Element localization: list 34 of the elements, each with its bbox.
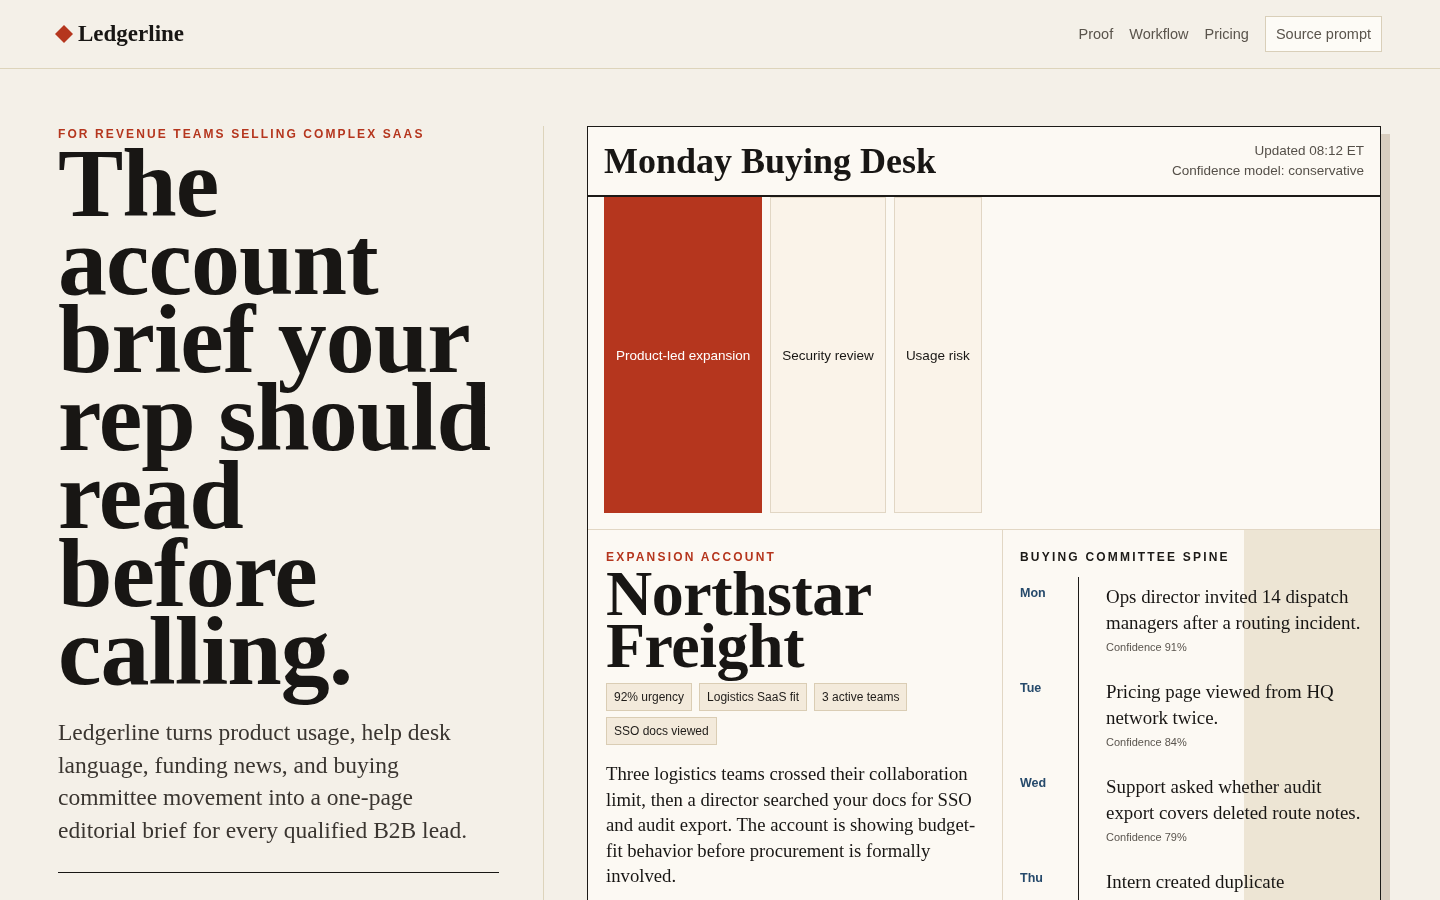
desk-meta: Confidence model: conservative — [1171, 162, 1364, 180]
nav-link[interactable]: Pricing — [1204, 26, 1249, 42]
event-text: Intern created duplicate — [1106, 870, 1285, 894]
confidence-text: Confidence 84% — [1106, 735, 1188, 749]
signal-tab[interactable]: Product-led expansion — [604, 197, 763, 513]
account-summary: Three logistics teams crossed their collaboration limit, then a director searched your docs for SSO and audit export. The account is showing budget-fit behavior before procurement is formally involved. — [606, 762, 977, 888]
day-label: Tue — [1020, 680, 1043, 697]
nav-link[interactable]: Workflow — [1129, 26, 1189, 42]
desk-title: Monday Buying Desk — [604, 140, 937, 182]
confidence-text: Confidence 79% — [1106, 830, 1188, 844]
diamond-icon — [55, 25, 73, 43]
confidence-text: Confidence 91% — [1106, 640, 1188, 654]
account-kicker: EXPANSION ACCOUNT — [606, 549, 778, 565]
brand-name[interactable]: Ledgerline — [78, 21, 185, 47]
hero-kicker: FOR REVENUE TEAMS SELLING COMPLEX SAAS — [58, 126, 426, 142]
day-label: Wed — [1020, 775, 1048, 792]
day-label: Thu — [1020, 870, 1044, 887]
signal-tab[interactable]: Security review — [770, 197, 886, 513]
account-name: Northstar Freight — [606, 568, 872, 683]
event-text: Pricing page viewed from HQ network twice. — [1106, 680, 1335, 730]
signal-tab[interactable]: Usage risk — [893, 197, 982, 513]
hero-headline: The account brief your rep should read before calling. — [58, 144, 492, 707]
nav-link[interactable]: Proof — [1078, 26, 1114, 42]
event-text: Support asked whether audit export covers deleted route notes. — [1106, 775, 1362, 825]
day-label: Mon — [1020, 585, 1047, 602]
tag: 3 active teams — [814, 683, 908, 711]
tag: SSO docs viewed — [606, 717, 717, 745]
nav-button[interactable]: Source prompt — [1264, 16, 1382, 52]
committee-heading: BUYING COMMITTEE SPINE — [1020, 549, 1231, 565]
desk-meta: Updated 08:12 ET — [1253, 142, 1364, 160]
tag: Logistics SaaS fit — [699, 683, 808, 711]
event-text: Ops director invited 14 dispatch managers after a routing incident. — [1106, 585, 1362, 635]
tag: 92% urgency — [606, 683, 693, 711]
hero-lede: Ledgerline turns product usage, help desk language, funding news, and buying committee movement into a one-page editorial brief for every qualified B2B lead. — [58, 718, 469, 845]
